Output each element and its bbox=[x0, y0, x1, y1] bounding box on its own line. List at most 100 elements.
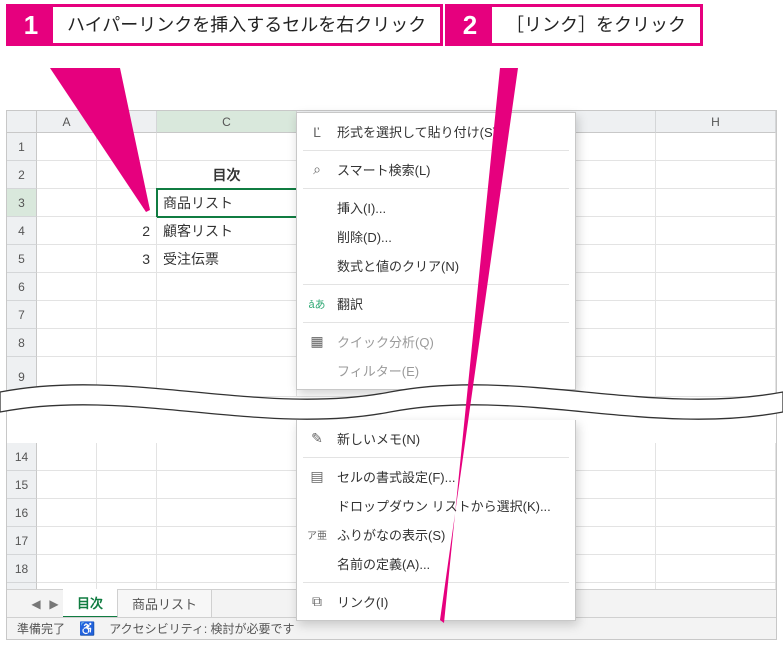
cell-H14[interactable] bbox=[656, 443, 776, 471]
furigana-icon: ア亜 bbox=[307, 527, 327, 542]
cell-C5[interactable]: 受注伝票 bbox=[157, 245, 297, 273]
cell-A18[interactable] bbox=[37, 555, 97, 583]
cell-A3[interactable] bbox=[37, 189, 97, 217]
cell-C16[interactable] bbox=[157, 499, 297, 527]
col-header-B[interactable]: B bbox=[97, 111, 157, 133]
menu-filter-partial-label: フィルター(E) bbox=[337, 361, 561, 380]
cell-C15[interactable] bbox=[157, 471, 297, 499]
sheet-tab-active[interactable]: 目次 bbox=[63, 589, 118, 619]
cell-C8[interactable] bbox=[157, 329, 297, 357]
cell-A14[interactable] bbox=[37, 443, 97, 471]
cell-B4[interactable]: 2 bbox=[97, 217, 157, 245]
cell-C18[interactable] bbox=[157, 555, 297, 583]
cell-C7[interactable] bbox=[157, 301, 297, 329]
cell-A6[interactable] bbox=[37, 273, 97, 301]
cell-B9[interactable] bbox=[97, 357, 157, 397]
cell-H4[interactable] bbox=[656, 217, 776, 245]
row-header-14[interactable]: 14 bbox=[7, 443, 37, 471]
cell-A15[interactable] bbox=[37, 471, 97, 499]
cell-H1[interactable] bbox=[656, 133, 776, 161]
menu-define-name[interactable]: 名前の定義(A)... bbox=[297, 549, 575, 578]
cell-C4[interactable]: 顧客リスト bbox=[157, 217, 297, 245]
cell-H17[interactable] bbox=[656, 527, 776, 555]
menu-format-cells[interactable]: ▤ セルの書式設定(F)... bbox=[297, 462, 575, 491]
cell-B7[interactable] bbox=[97, 301, 157, 329]
cell-C6[interactable] bbox=[157, 273, 297, 301]
cell-B2[interactable] bbox=[97, 161, 157, 189]
cell-B3[interactable]: 1 bbox=[97, 189, 157, 217]
cell-A1[interactable] bbox=[37, 133, 97, 161]
tab-nav-next[interactable]: ▶ bbox=[45, 597, 63, 611]
cell-H2[interactable] bbox=[656, 161, 776, 189]
cell-H15[interactable] bbox=[656, 471, 776, 499]
cell-A2[interactable] bbox=[37, 161, 97, 189]
menu-show-furigana[interactable]: ア亜 ふりがなの表示(S) bbox=[297, 520, 575, 549]
callout-2-text: ［リンク］をクリック bbox=[492, 7, 700, 43]
cell-B16[interactable] bbox=[97, 499, 157, 527]
tab-nav-prev[interactable]: ◀ bbox=[27, 597, 45, 611]
cell-H6[interactable] bbox=[656, 273, 776, 301]
row-header-16[interactable]: 16 bbox=[7, 499, 37, 527]
row-header-15[interactable]: 15 bbox=[7, 471, 37, 499]
cell-B18[interactable] bbox=[97, 555, 157, 583]
cell-C14[interactable] bbox=[157, 443, 297, 471]
cell-C3-selected[interactable]: 商品リスト bbox=[157, 189, 297, 217]
col-header-A[interactable]: A bbox=[37, 111, 97, 133]
cell-A16[interactable] bbox=[37, 499, 97, 527]
row-header-2[interactable]: 2 bbox=[7, 161, 37, 189]
note-icon: ✎ bbox=[307, 430, 327, 447]
cell-H7[interactable] bbox=[656, 301, 776, 329]
cell-C17[interactable] bbox=[157, 527, 297, 555]
cell-B6[interactable] bbox=[97, 273, 157, 301]
cell-C9[interactable] bbox=[157, 357, 297, 397]
cell-C2[interactable]: 目次 bbox=[157, 161, 297, 189]
cell-C1[interactable] bbox=[157, 133, 297, 161]
menu-insert[interactable]: 挿入(I)... bbox=[297, 193, 575, 222]
cell-A7[interactable] bbox=[37, 301, 97, 329]
menu-link[interactable]: ⧉ リンク(I) bbox=[297, 587, 575, 616]
row-header-4[interactable]: 4 bbox=[7, 217, 37, 245]
row-header-18[interactable]: 18 bbox=[7, 555, 37, 583]
cell-H5[interactable] bbox=[656, 245, 776, 273]
col-header-H[interactable]: H bbox=[656, 111, 776, 133]
cell-H18[interactable] bbox=[656, 555, 776, 583]
cell-A9[interactable] bbox=[37, 357, 97, 397]
cell-H9[interactable] bbox=[656, 357, 776, 397]
cell-A17[interactable] bbox=[37, 527, 97, 555]
cell-A4[interactable] bbox=[37, 217, 97, 245]
cell-A8[interactable] bbox=[37, 329, 97, 357]
menu-smart-lookup[interactable]: ⌕ スマート検索(L) bbox=[297, 155, 575, 184]
menu-quick-analysis[interactable]: ▦ クイック分析(Q) bbox=[297, 327, 575, 356]
menu-paste-special[interactable]: Ľ 形式を選択して貼り付け(S)... bbox=[297, 117, 575, 146]
menu-new-note[interactable]: ✎ 新しいメモ(N) bbox=[297, 424, 575, 453]
cell-B5[interactable]: 3 bbox=[97, 245, 157, 273]
row-header-3[interactable]: 3 bbox=[7, 189, 37, 217]
cell-B17[interactable] bbox=[97, 527, 157, 555]
menu-show-furigana-label: ふりがなの表示(S) bbox=[337, 525, 561, 544]
cell-B1[interactable] bbox=[97, 133, 157, 161]
menu-filter-partial[interactable]: フィルター(E) bbox=[297, 356, 575, 385]
select-all-corner[interactable] bbox=[7, 111, 37, 133]
sheet-tab-second[interactable]: 商品リスト bbox=[118, 590, 212, 617]
row-header-9[interactable]: 9 bbox=[7, 357, 37, 397]
cell-A5[interactable] bbox=[37, 245, 97, 273]
row-header-1[interactable]: 1 bbox=[7, 133, 37, 161]
menu-translate[interactable]: ảあ 翻訳 bbox=[297, 289, 575, 318]
row-header-7[interactable]: 7 bbox=[7, 301, 37, 329]
row-header-17[interactable]: 17 bbox=[7, 527, 37, 555]
cell-B15[interactable] bbox=[97, 471, 157, 499]
cell-H3[interactable] bbox=[656, 189, 776, 217]
cell-H16[interactable] bbox=[656, 499, 776, 527]
cell-B8[interactable] bbox=[97, 329, 157, 357]
menu-translate-label: 翻訳 bbox=[337, 294, 561, 313]
menu-dropdown-pick[interactable]: ドロップダウン リストから選択(K)... bbox=[297, 491, 575, 520]
col-header-C[interactable]: C bbox=[157, 111, 297, 133]
row-header-8[interactable]: 8 bbox=[7, 329, 37, 357]
menu-delete[interactable]: 削除(D)... bbox=[297, 222, 575, 251]
cell-H8[interactable] bbox=[656, 329, 776, 357]
row-header-6[interactable]: 6 bbox=[7, 273, 37, 301]
cell-B14[interactable] bbox=[97, 443, 157, 471]
accessibility-icon: ♿ bbox=[79, 621, 95, 637]
row-header-5[interactable]: 5 bbox=[7, 245, 37, 273]
menu-clear[interactable]: 数式と値のクリア(N) bbox=[297, 251, 575, 280]
